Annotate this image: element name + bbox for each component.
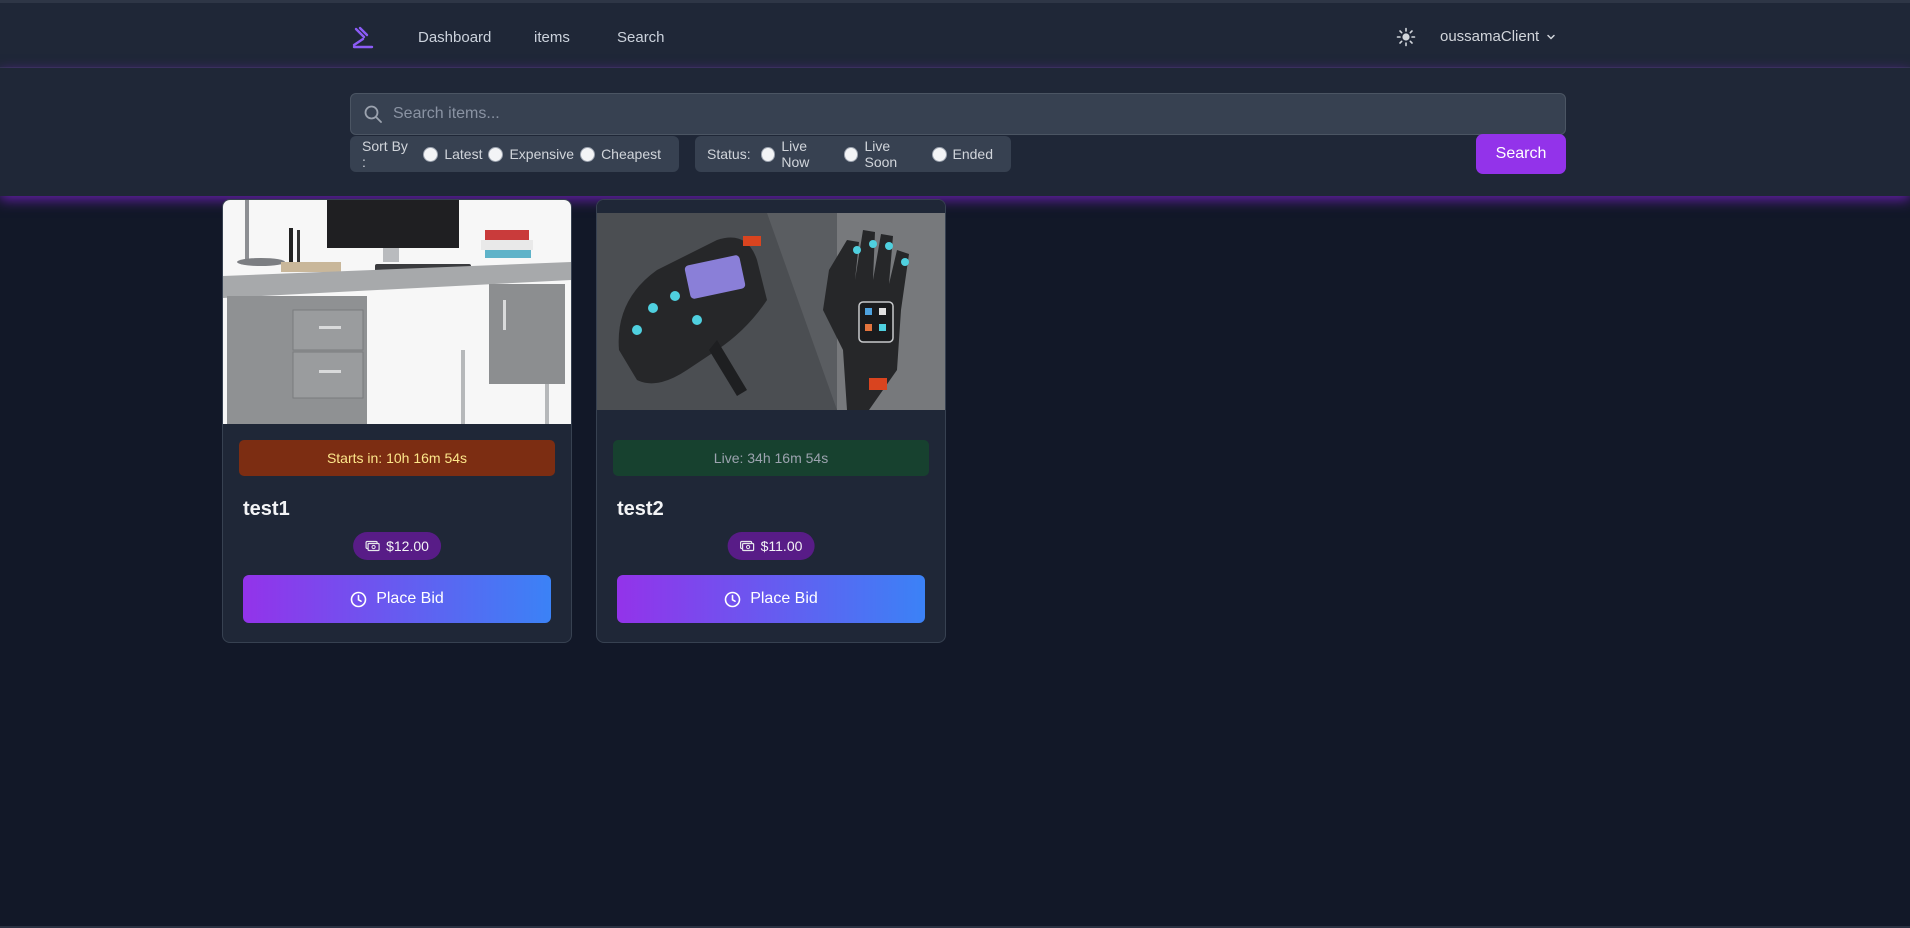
radio-button[interactable]: [843, 146, 859, 162]
radio-button[interactable]: [931, 146, 947, 162]
search-icon: [364, 105, 382, 123]
clock-icon: [724, 591, 741, 607]
sort-option-latest[interactable]: Latest: [423, 146, 482, 162]
search-box[interactable]: [350, 93, 1566, 135]
radio-button[interactable]: [580, 146, 596, 162]
timer-badge: Live: 34h 16m 54s: [613, 440, 929, 476]
status-filter-group: Status: Live Now Live Soon Ended: [695, 136, 1011, 172]
sort-option-expensive[interactable]: Expensive: [488, 146, 574, 162]
sort-filter-group: Sort By : Latest Expensive Cheapest: [350, 136, 679, 172]
price-badge: $12.00: [353, 532, 441, 560]
nav-search-link[interactable]: Search: [617, 29, 665, 46]
item-card[interactable]: Live: 34h 16m 54s test2 $11.00 Place Bid: [596, 199, 946, 643]
status-option-label: Ended: [952, 146, 993, 162]
top-navbar: Dashboard items Search oussamaClient: [0, 0, 1910, 68]
search-input[interactable]: [393, 105, 1543, 123]
status-option-label: Live Now: [781, 138, 810, 170]
status-option-live-now[interactable]: Live Now: [760, 138, 838, 170]
place-bid-button[interactable]: Place Bid: [243, 575, 551, 623]
item-title[interactable]: test2: [617, 498, 664, 521]
status-option-label: Live Soon: [864, 138, 898, 170]
money-icon: [365, 540, 380, 552]
radio-button[interactable]: [423, 146, 439, 162]
gavel-icon[interactable]: [351, 25, 375, 49]
status-option-live-soon[interactable]: Live Soon: [843, 138, 926, 170]
radio-button[interactable]: [760, 146, 776, 162]
clock-icon: [350, 591, 367, 607]
item-image-desk[interactable]: [223, 200, 571, 424]
item-title[interactable]: test1: [243, 498, 290, 521]
username-label: oussamaClient: [1440, 28, 1540, 45]
sort-label: Sort By :: [362, 138, 408, 170]
radio-button[interactable]: [488, 146, 504, 162]
sort-option-label: Expensive: [509, 146, 575, 162]
search-button[interactable]: Search: [1476, 134, 1566, 174]
item-image-gloves[interactable]: [597, 200, 945, 424]
place-bid-button[interactable]: Place Bid: [617, 575, 925, 623]
status-label: Status:: [707, 146, 751, 162]
chevron-down-icon: [1547, 34, 1555, 40]
sort-option-cheapest[interactable]: Cheapest: [580, 146, 661, 162]
item-card[interactable]: Starts in: 10h 16m 54s test1 $12.00 Plac…: [222, 199, 572, 643]
place-bid-label: Place Bid: [750, 590, 818, 607]
nav-dashboard-link[interactable]: Dashboard: [418, 29, 491, 46]
price-value: $11.00: [760, 538, 803, 554]
nav-items-link[interactable]: items: [534, 29, 570, 46]
sun-icon[interactable]: [1396, 27, 1416, 47]
search-panel: Sort By : Latest Expensive Cheapest Stat…: [0, 68, 1910, 196]
sort-option-label: Cheapest: [601, 146, 661, 162]
money-icon: [740, 540, 755, 552]
price-badge: $11.00: [727, 532, 815, 560]
status-option-ended[interactable]: Ended: [931, 146, 993, 162]
price-value: $12.00: [386, 538, 429, 554]
sort-option-label: Latest: [444, 146, 483, 162]
place-bid-label: Place Bid: [376, 590, 444, 607]
user-menu[interactable]: oussamaClient: [1440, 28, 1557, 45]
timer-badge: Starts in: 10h 16m 54s: [239, 440, 555, 476]
